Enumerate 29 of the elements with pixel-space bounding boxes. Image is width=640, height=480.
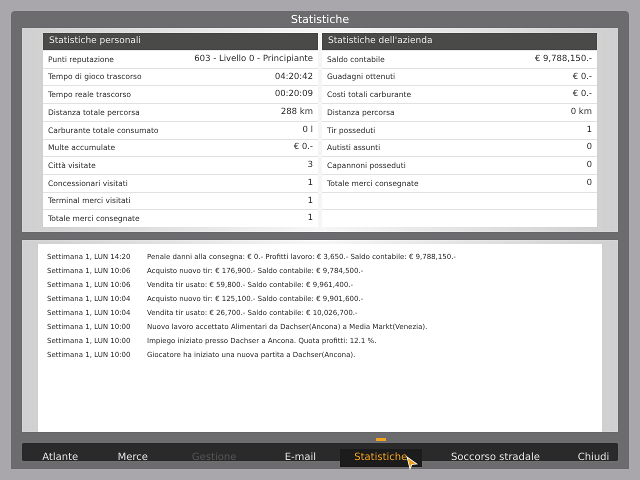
stat-value: € 0.-: [294, 141, 313, 154]
nav-tab[interactable]: Soccorso stradale: [422, 448, 569, 466]
nav-tab[interactable]: Atlante: [22, 448, 98, 466]
stat-value: 1: [308, 212, 313, 226]
nav-tab[interactable]: Statistiche: [340, 448, 422, 466]
active-indicator: [376, 438, 386, 441]
nav-tab[interactable]: E-mail: [261, 448, 340, 466]
stat-value: 1: [586, 124, 592, 137]
panel-header: Statistiche dell'azienda: [322, 33, 597, 50]
stat-value: € 9,788,150.-: [534, 52, 592, 66]
stat-value: € 0.-: [572, 70, 592, 84]
stat-value: 00:20:09: [274, 88, 313, 102]
nav-tab[interactable]: Merce: [98, 448, 168, 466]
stat-value: 288 km: [280, 106, 313, 119]
stat-value: 3: [308, 159, 313, 172]
stat-value: 1: [308, 194, 313, 208]
stat-value: € 0.-: [572, 88, 592, 102]
stat-value: 603 - Livello 0 - Principiante: [194, 52, 313, 66]
stat-value: 04:20:42: [274, 70, 313, 84]
stat-value: 0 l: [302, 124, 313, 137]
stat-value: 0: [586, 159, 592, 172]
panel-header: Statistiche personali: [43, 33, 318, 50]
stat-value: 0: [586, 141, 592, 154]
stat-value: 0: [586, 176, 592, 190]
cursor-icon: [406, 456, 418, 470]
stat-value: 1: [308, 176, 313, 190]
nav-tab[interactable]: Chiudi: [569, 448, 618, 466]
stat-value: 0 km: [570, 106, 592, 119]
window-title: Statistiche: [290, 12, 350, 28]
